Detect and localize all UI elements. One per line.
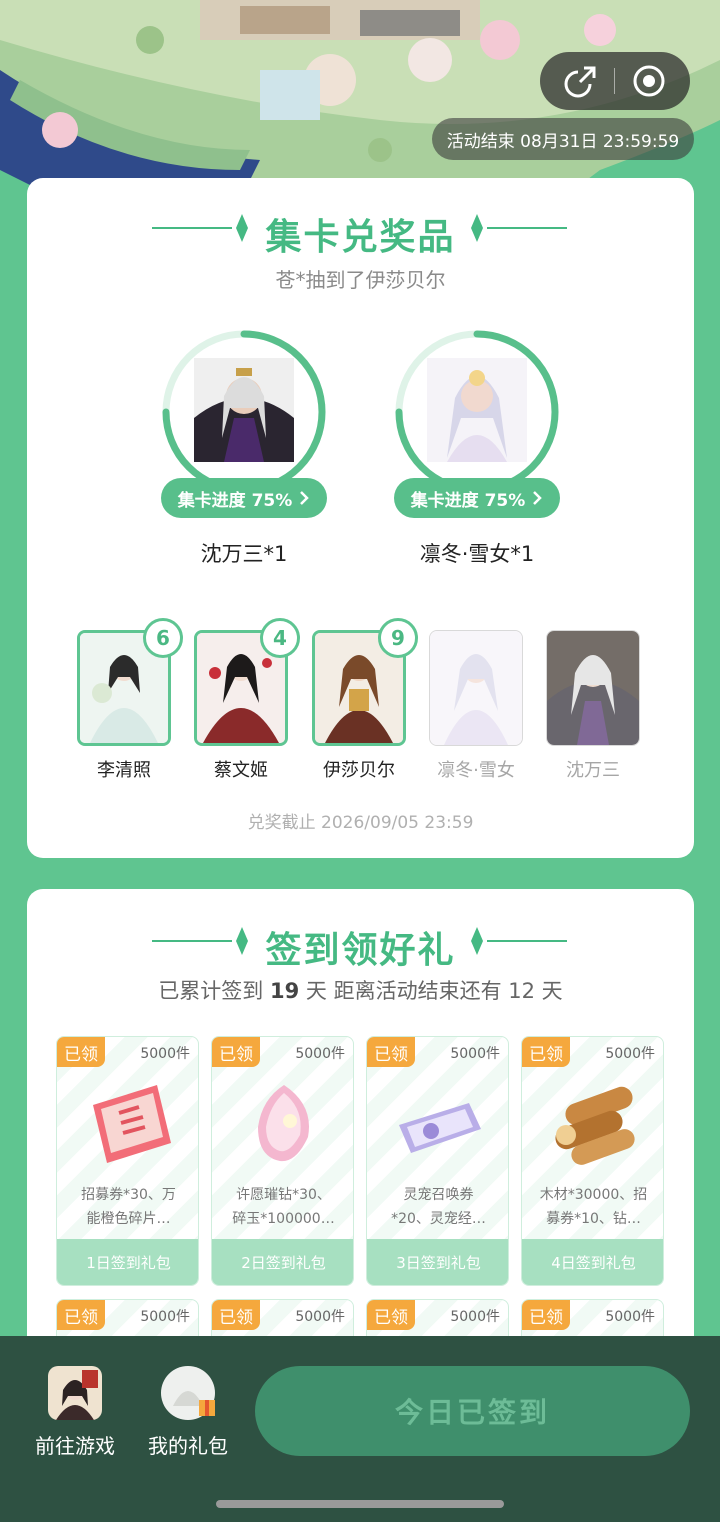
signin-gift-day2[interactable]: 已领 5000件 许愿璀钻*30、 碎玉*100000… 2日签到礼包 [211, 1036, 354, 1286]
gift-desc-line1: 木材*30000、招 [539, 1187, 648, 1203]
hero-banner: 活动结束 08月31日 23:59:59 [0, 0, 720, 200]
card-name: 蔡文姬 [214, 760, 268, 781]
miniapp-capsule [540, 52, 690, 110]
signin-gift-day5[interactable]: 已领 5000件 [56, 1299, 199, 1339]
card-count-badge: 6 [143, 618, 183, 658]
collect-subtitle: 苍*抽到了伊莎贝尔 [275, 268, 446, 292]
home-indicator [216, 1500, 504, 1508]
card-name: 李清照 [97, 760, 151, 781]
share-icon[interactable] [561, 61, 601, 101]
signin-gift-day1[interactable]: 已领 5000件 招募券*30、万 能橙色碎片… 1日签到礼包 [56, 1036, 199, 1286]
signin-gift-day6[interactable]: 已领 5000件 [211, 1299, 354, 1339]
card-liqingzhao[interactable]: 6 李清照 [77, 618, 183, 782]
claimed-tag: 已领 [212, 1300, 260, 1330]
card-frame [546, 630, 640, 746]
summary-suffix: 天 距离活动结束还有 12 天 [305, 979, 563, 1003]
signin-gift-day8[interactable]: 已领 5000件 [521, 1299, 664, 1339]
signed-today-button[interactable]: 今日已签到 [255, 1366, 690, 1456]
signin-gift-day3[interactable]: 已领 5000件 灵宠召唤券 *20、灵宠经… 3日签到礼包 [366, 1036, 509, 1286]
gift-avatar-icon [161, 1366, 215, 1420]
gift-footer: 1日签到礼包 [57, 1239, 198, 1285]
wood-icon [555, 1086, 635, 1165]
bottom-action-bar: 前往游戏 我的礼包 今日已签到 [0, 1336, 720, 1522]
my-gifts-button[interactable]: 我的礼包 [142, 1366, 234, 1459]
reward-progress-button-2[interactable]: 集卡进度 75% [394, 478, 560, 518]
game-app-icon [48, 1366, 102, 1420]
card-yishabeier[interactable]: 9 伊莎贝尔 [312, 618, 418, 782]
stock-count: 5000件 [605, 1309, 655, 1325]
pet-summon-ticket-icon [399, 1103, 481, 1153]
my-gifts-label: 我的礼包 [148, 1434, 228, 1458]
card-name: 伊莎贝尔 [323, 760, 395, 781]
stock-count: 5000件 [450, 1046, 500, 1062]
gift-desc-line1: 招募券*30、万 [81, 1187, 176, 1203]
reward-ring-shenwansan[interactable] [160, 328, 328, 496]
card-count-badge: 4 [260, 618, 300, 658]
claimed-tag: 已领 [522, 1037, 570, 1067]
collect-card-section: 集卡兑奖品 苍*抽到了伊莎贝尔 集卡进度 75% 沈万三*1 集卡进度 75% … [27, 178, 694, 858]
stock-count: 5000件 [605, 1046, 655, 1062]
card-name: 沈万三 [566, 760, 620, 781]
chevron-right-icon [533, 491, 543, 505]
shenwansan-portrait [194, 358, 294, 462]
event-end-time: 活动结束 08月31日 23:59:59 [432, 118, 694, 160]
claimed-tag: 已领 [522, 1300, 570, 1330]
stock-count: 5000件 [450, 1309, 500, 1325]
gift-footer: 2日签到礼包 [212, 1239, 353, 1285]
summary-prefix: 已累计签到 [158, 979, 264, 1003]
close-target-icon[interactable] [629, 61, 669, 101]
claimed-tag: 已领 [367, 1037, 415, 1067]
progress-label: 集卡进度 75% [410, 490, 526, 511]
gift-desc-line2: *20、灵宠经… [391, 1211, 486, 1227]
go-to-game-button[interactable]: 前往游戏 [30, 1366, 120, 1459]
wish-diamond-icon [258, 1085, 309, 1162]
card-frame [429, 630, 523, 746]
claimed-tag: 已领 [367, 1300, 415, 1330]
gift-desc: 许愿璀钻*30、 碎玉*100000… [222, 1183, 345, 1231]
stock-count: 5000件 [140, 1309, 190, 1325]
stock-count: 5000件 [140, 1046, 190, 1062]
xuenv-portrait [427, 358, 527, 462]
progress-label: 集卡进度 75% [177, 490, 293, 511]
gift-desc: 灵宠召唤券 *20、灵宠经… [377, 1183, 500, 1231]
reward-name-1: 沈万三*1 [200, 542, 288, 566]
stock-count: 5000件 [295, 1309, 345, 1325]
capsule-divider [614, 68, 616, 94]
signin-gift-day4[interactable]: 已领 5000件 木材*30000、招 募券*10、钻… 4日签到礼包 [521, 1036, 664, 1286]
gift-desc: 木材*30000、招 募券*10、钻… [532, 1183, 655, 1231]
card-lingdong-xuenv[interactable]: 凛冬·雪女 [429, 630, 523, 782]
claimed-tag: 已领 [57, 1037, 105, 1067]
signin-title: 签到领好礼 [265, 930, 456, 971]
summary-days: 19 [270, 979, 300, 1003]
claimed-tag: 已领 [57, 1300, 105, 1330]
gift-desc-line2: 募券*10、钻… [546, 1211, 641, 1227]
redeem-deadline: 兑奖截止 2026/09/05 23:59 [247, 813, 474, 833]
gift-desc: 招募券*30、万 能橙色碎片… [67, 1183, 190, 1231]
stock-count: 5000件 [295, 1046, 345, 1062]
reward-ring-lingdong-xuenv[interactable] [393, 328, 561, 496]
gift-desc-line1: 灵宠召唤券 [403, 1187, 474, 1203]
signin-section: 签到领好礼 已累计签到 19 天 距离活动结束还有 12 天 已领 5000件 … [27, 889, 694, 1409]
reward-progress-button-1[interactable]: 集卡进度 75% [161, 478, 327, 518]
signin-gift-day7[interactable]: 已领 5000件 [366, 1299, 509, 1339]
gift-footer: 4日签到礼包 [522, 1239, 663, 1285]
gift-desc-line2: 能橙色碎片… [86, 1211, 171, 1227]
go-to-game-label: 前往游戏 [35, 1434, 115, 1458]
collect-title: 集卡兑奖品 [265, 217, 456, 258]
signin-summary: 已累计签到 19 天 距离活动结束还有 12 天 [27, 975, 694, 1005]
recruit-ticket-icon [93, 1085, 171, 1163]
reward-name-2: 凛冬·雪女*1 [419, 542, 535, 566]
card-name: 凛冬·雪女 [437, 760, 515, 781]
card-count-badge: 9 [378, 618, 418, 658]
claimed-tag: 已领 [212, 1037, 260, 1067]
card-shenwansan[interactable]: 沈万三 [546, 630, 640, 782]
gift-desc-line2: 碎玉*100000… [232, 1211, 335, 1227]
gift-desc-line1: 许愿璀钻*30、 [236, 1187, 331, 1203]
chevron-right-icon [300, 491, 310, 505]
gift-footer: 3日签到礼包 [367, 1239, 508, 1285]
card-caiwenji[interactable]: 4 蔡文姬 [194, 618, 300, 782]
